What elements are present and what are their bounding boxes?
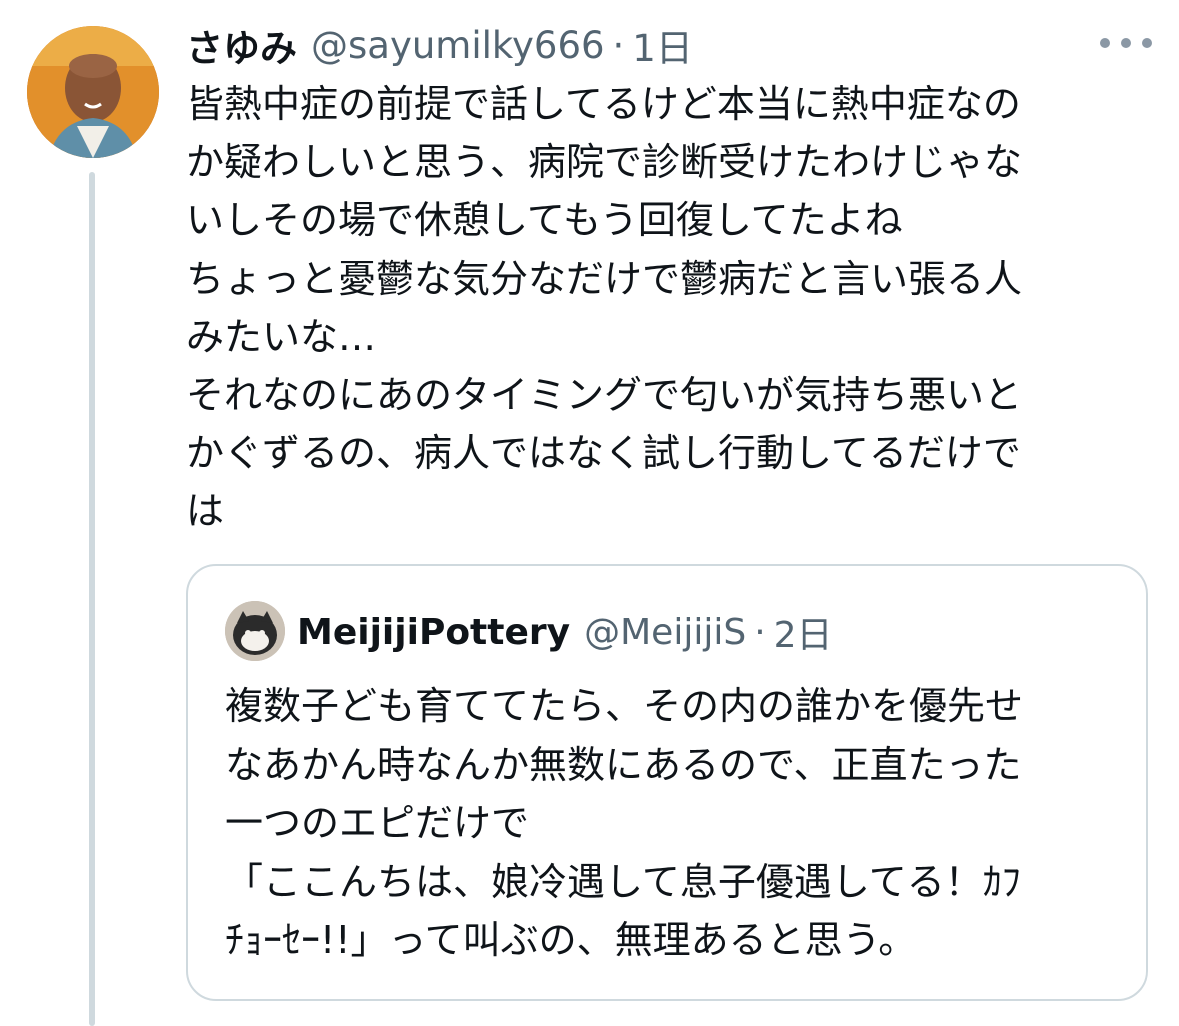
quoted-text-line: ﾁｮｰｾｰ!!」って叫ぶの、無理あると思う。 (225, 918, 917, 963)
tweet[interactable]: さゆみ @sayumilky666 · 1日 皆熱中症の前提で話してるけど本当に… (0, 0, 1179, 1026)
author-handle[interactable]: @sayumilky666 (311, 24, 605, 67)
author-avatar[interactable] (27, 26, 159, 158)
more-dot (1100, 38, 1110, 48)
quoted-text-line: 「ここんちは、娘冷遇して息子優遇してる！ｶﾌ (225, 859, 1021, 904)
tweet-timestamp[interactable]: 1日 (632, 18, 693, 72)
tweet-text-line: か疑わしいと思う、病院で診断受けたわけじゃな (186, 140, 1023, 185)
tweet-text: 皆熱中症の前提で話してるけど本当に熱中症なの か疑わしいと思う、病院で診断受けた… (186, 75, 1126, 541)
tweet-text-line: ちょっと憂鬱な気分なだけで鬱病だと言い張る人 (186, 256, 1023, 301)
more-dot (1142, 38, 1152, 48)
separator-dot: · (754, 611, 766, 653)
tweet-text-line: それなのにあのタイミングで匂いが気持ち悪いと (186, 373, 1023, 418)
tweet-header: さゆみ @sayumilky666 · 1日 (186, 18, 693, 72)
tweet-text-line: いしその場で休憩してもう回復してたよね (186, 198, 903, 243)
thread-line (89, 172, 95, 1026)
tweet-text-line: は (186, 489, 225, 534)
tweet-text-line: 皆熱中症の前提で話してるけど本当に熱中症なの (186, 82, 1021, 126)
quoted-author-display-name[interactable]: MeijijiPottery (297, 612, 570, 653)
quoted-text-line: 複数子ども育ててたら、その内の誰かを優先せ (225, 684, 1024, 728)
tweet-text-line: かぐずるの、病人ではなく試し行動してるだけで (186, 431, 1021, 476)
quoted-tweet-text: 複数子ども育ててたら、その内の誰かを優先せ なあかん時なんか無数にあるので、正直… (225, 677, 1125, 970)
quoted-tweet-timestamp[interactable]: 2日 (774, 606, 833, 658)
more-dot (1121, 38, 1131, 48)
tweet-text-line: みたいな… (186, 314, 377, 359)
quoted-tweet-header: MeijijiPottery @MeijijiS · 2日 (297, 606, 833, 658)
quoted-text-line: なあかん時なんか無数にあるので、正直たった (225, 742, 1022, 787)
author-display-name[interactable]: さゆみ (186, 18, 297, 72)
more-horizontal-icon[interactable] (1100, 30, 1152, 56)
quoted-author-avatar[interactable] (225, 601, 285, 661)
quoted-tweet-card[interactable]: MeijijiPottery @MeijijiS · 2日 複数子ども育ててたら… (186, 564, 1148, 1001)
quoted-text-line: 一つのエピだけで (225, 801, 530, 846)
separator-dot: · (612, 23, 625, 67)
quoted-author-handle[interactable]: @MeijijiS (584, 612, 746, 653)
